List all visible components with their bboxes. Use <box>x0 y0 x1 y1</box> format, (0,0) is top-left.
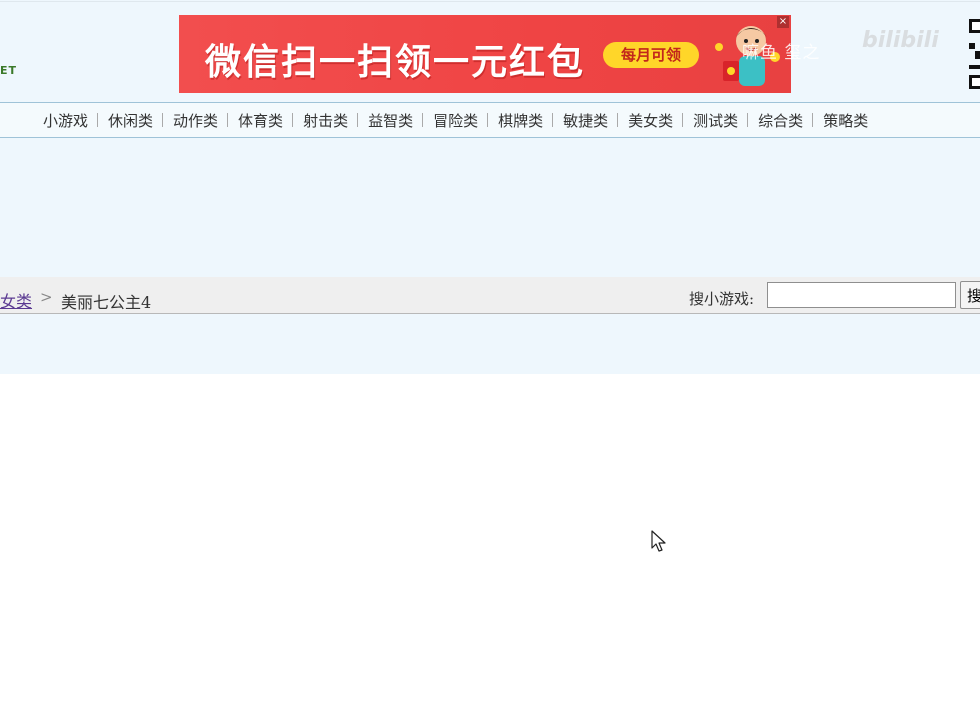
nav-item-mini-games[interactable]: 小游戏 <box>35 110 96 131</box>
breadcrumb: 女类 > 美丽七公主4 搜小游戏: 搜 <box>0 277 980 314</box>
nav-item-puzzle[interactable]: 益智类 <box>360 110 421 131</box>
site-logo-fragment[interactable]: ET <box>0 64 17 77</box>
breadcrumb-current: 美丽七公主4 <box>61 293 152 312</box>
breadcrumb-parent-link[interactable]: 女类 <box>0 288 32 312</box>
nav-item-agility[interactable]: 敏捷类 <box>555 110 616 131</box>
search-input[interactable] <box>767 282 956 308</box>
chevron-right-icon: > <box>40 288 53 306</box>
nav-separator <box>552 113 554 127</box>
nav-item-board[interactable]: 棋牌类 <box>490 110 551 131</box>
qr-code-icon <box>969 19 980 89</box>
nav-item-general[interactable]: 综合类 <box>750 110 811 131</box>
search-button[interactable]: 搜 <box>960 281 980 309</box>
nav-separator <box>812 113 814 127</box>
top-divider <box>0 1 980 2</box>
nav-separator <box>97 113 99 127</box>
nav-item-test[interactable]: 测试类 <box>685 110 746 131</box>
category-nav: 小游戏 休闲类 动作类 体育类 射击类 益智类 冒险类 棋牌类 敏捷类 美女类 … <box>0 102 980 138</box>
video-watermark-text: 嘛鱼 玺之 <box>742 43 821 63</box>
red-packet-ad-banner[interactable]: 微信扫一扫领一元红包 每月可领 × <box>179 15 791 93</box>
nav-item-adventure[interactable]: 冒险类 <box>425 110 486 131</box>
nav-separator <box>357 113 359 127</box>
nav-item-casual[interactable]: 休闲类 <box>100 110 161 131</box>
video-watermark-logo: bilibili <box>862 28 939 53</box>
nav-separator <box>422 113 424 127</box>
banner-monthly-badge: 每月可领 <box>603 42 699 68</box>
nav-item-strategy[interactable]: 策略类 <box>815 110 876 131</box>
nav-item-sports[interactable]: 体育类 <box>230 110 291 131</box>
nav-separator <box>227 113 229 127</box>
nav-item-action[interactable]: 动作类 <box>165 110 226 131</box>
search-label: 搜小游戏: <box>689 290 755 308</box>
nav-item-shooting[interactable]: 射击类 <box>295 110 356 131</box>
mouse-cursor-icon <box>651 530 666 552</box>
nav-separator <box>747 113 749 127</box>
nav-item-girls[interactable]: 美女类 <box>620 110 681 131</box>
nav-separator <box>617 113 619 127</box>
nav-separator <box>292 113 294 127</box>
banner-close-button[interactable]: × <box>777 16 789 28</box>
nav-separator <box>162 113 164 127</box>
nav-separator <box>487 113 489 127</box>
nav-separator <box>682 113 684 127</box>
banner-headline: 微信扫一扫领一元红包 <box>205 42 586 83</box>
